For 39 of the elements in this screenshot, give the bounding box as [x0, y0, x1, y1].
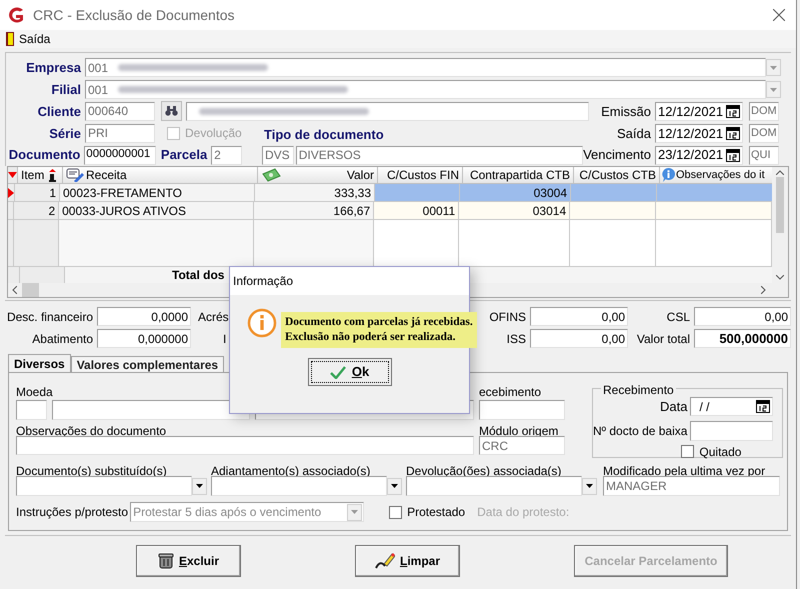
field-label: Abatimento: [31, 330, 94, 348]
field-label: Observações do documento: [16, 423, 168, 436]
field-label: Módulo origem: [479, 423, 560, 436]
field-label: Parcela: [160, 146, 208, 164]
table-cell: 00033-JUROS ATIVOS: [59, 202, 254, 220]
section-label: Tipo de documento: [264, 126, 384, 144]
table-cell: 03004: [460, 184, 571, 202]
field-label: Desc. financeiro: [6, 308, 94, 326]
field-label: Valor total: [636, 330, 691, 348]
field-label: Vencimento: [583, 146, 651, 164]
field-label: Devolução(ões) associada(s): [406, 463, 562, 476]
field-label: Emissão: [601, 102, 651, 121]
table-cell: 166,67: [254, 202, 374, 220]
field-label: Data do protesto:: [477, 504, 570, 521]
field-label: Saída: [617, 124, 651, 143]
field-label: Empresa: [25, 59, 82, 78]
field-label: ecebimento: [479, 384, 542, 398]
field-label: Acrés: [198, 308, 229, 326]
field-label: Adiantamento(s) associado(s): [211, 463, 372, 476]
field-label: Série: [48, 124, 82, 143]
table-cell: 2: [14, 202, 60, 220]
field-label: Instruções p/protesto: [16, 504, 128, 521]
table-cell: 00011: [374, 202, 460, 220]
window-title: CRC - Exclusão de Documentos: [33, 6, 235, 24]
field-label: CSL: [666, 308, 691, 326]
field-label: Cliente: [36, 102, 82, 121]
field-label: Moeda: [16, 384, 54, 398]
field-label: Documento(s) substituído(s): [16, 463, 168, 476]
table-cell: 333,33: [255, 184, 375, 202]
field-label: Nº docto de baixa: [593, 422, 688, 440]
table-cell: 1: [15, 184, 60, 202]
field-label: I: [223, 330, 226, 348]
field-label: Modificado pela ultima vez por: [603, 463, 766, 476]
table-cell: 00023-FRETAMENTO: [60, 184, 255, 202]
field-label: Data: [660, 398, 688, 416]
field-label: Documento: [8, 146, 82, 164]
field-label: Filial: [50, 80, 82, 99]
table-cell: 03014: [459, 202, 570, 220]
message-text: Documento com parcelas já recebidas. Exclusão não poderá ser realizada.: [281, 312, 477, 348]
